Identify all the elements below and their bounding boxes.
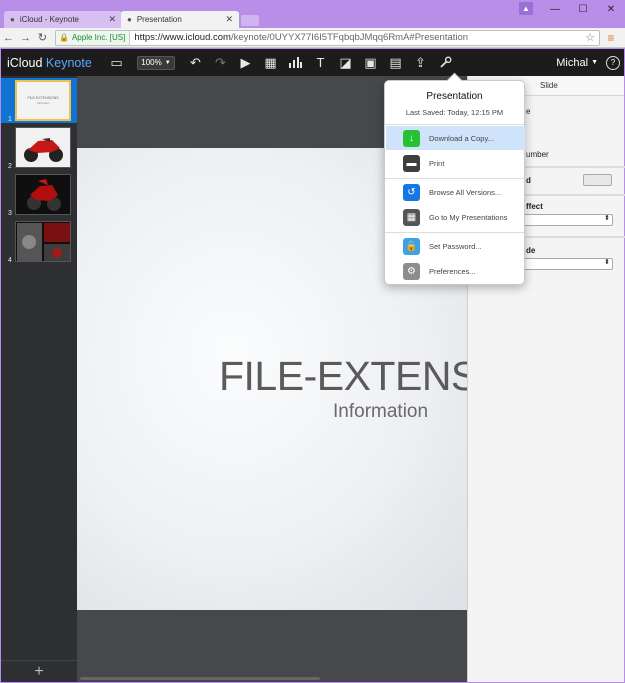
address-bar-row: ← → ↻ 🔒 Apple Inc. [US] https://www.iclo… — [0, 28, 625, 48]
play-icon[interactable]: ▶ — [233, 49, 258, 76]
slide-number: 3 — [8, 210, 12, 217]
close-window-button[interactable]: ✕ — [597, 0, 625, 18]
view-icon[interactable]: ▭ — [104, 49, 129, 76]
browse-versions-menu-item[interactable]: ↺ Browse All Versions... — [386, 180, 525, 204]
apple-icon: ● — [10, 15, 15, 24]
slide-thumbnail[interactable]: 4 — [1, 219, 77, 264]
gear-icon: ⚙ — [403, 262, 420, 280]
browser-menu-icon[interactable]: ≡ — [600, 31, 622, 45]
set-password-menu-item[interactable]: 🔒 Set Password... — [386, 234, 525, 258]
shape-icon[interactable]: ◪ — [333, 49, 358, 76]
popover-title: Presentation — [426, 91, 483, 102]
lock-icon: 🔒 — [59, 33, 69, 42]
url-input[interactable]: 🔒 Apple Inc. [US] https://www.icloud.com… — [55, 29, 600, 46]
close-icon[interactable]: ✕ — [108, 14, 116, 25]
download-copy-menu-item[interactable]: ↓ Download a Copy... — [386, 126, 525, 150]
motorcycle-dark-thumb-image — [15, 174, 71, 215]
tab-presentation[interactable]: ● Presentation ✕ — [121, 11, 239, 28]
slide-thumbnail[interactable]: 3 — [1, 172, 77, 217]
inspector-label: e — [526, 107, 531, 116]
go-to-presentations-menu-item[interactable]: ▦ Go to My Presentations — [386, 205, 525, 229]
collage-thumb-image — [15, 221, 71, 262]
tab-title: iCloud - Keynote — [19, 15, 79, 24]
printer-icon: ▬ — [403, 154, 420, 172]
app-brand: iCloud Keynote — [7, 55, 92, 70]
new-tab-button[interactable] — [241, 15, 259, 26]
apple-icon: ● — [127, 15, 132, 24]
slide-number: 4 — [8, 257, 12, 264]
slide-navigator: FILE-EXTENSIONS Information 1 2 3 4 + — [1, 76, 77, 682]
bookmark-star-icon[interactable]: ☆ — [585, 31, 599, 44]
add-slide-button[interactable]: + — [1, 660, 77, 682]
slide-number: 2 — [8, 163, 12, 170]
window-controls: ▲ — ☐ ✕ — [519, 0, 625, 18]
slide-number: 1 — [8, 116, 12, 123]
horizontal-scrollbar[interactable] — [80, 677, 320, 680]
back-icon[interactable]: ← — [0, 32, 17, 44]
tab-title: Presentation — [136, 15, 182, 24]
maximize-button[interactable]: ☐ — [569, 0, 597, 18]
profile-icon[interactable]: ▲ — [519, 2, 533, 15]
slide-thumbnail[interactable]: 2 — [1, 125, 77, 170]
zoom-select[interactable]: 100% ▼ — [137, 55, 175, 70]
last-saved-text: Last Saved: Today, 12:15 PM — [405, 108, 504, 117]
minimize-button[interactable]: — — [541, 0, 569, 18]
undo-icon[interactable]: ↶ — [183, 49, 208, 76]
chevron-updown-icon: ⬍ — [604, 259, 610, 266]
redo-icon[interactable]: ↷ — [208, 49, 233, 76]
history-icon: ↺ — [403, 183, 420, 201]
slide-title[interactable]: FILE-EXTENSIO — [219, 353, 467, 400]
url-text: https://www.icloud.com/keynote/0UYYX77I6… — [134, 32, 469, 43]
user-menu[interactable]: Michal ▼ — [556, 57, 606, 69]
chevron-updown-icon: ⬍ — [604, 215, 610, 222]
print-menu-item[interactable]: ▬ Print — [386, 151, 525, 175]
tab-slide[interactable]: Slide — [540, 81, 558, 90]
inspector-label: ffect — [526, 202, 543, 211]
grid-icon: ▦ — [403, 208, 420, 226]
ev-org-label: Apple Inc. [US] — [71, 33, 126, 42]
chevron-down-icon: ▼ — [164, 59, 171, 66]
inspector-label: d — [526, 176, 531, 185]
download-icon: ↓ — [403, 129, 420, 147]
background-color-swatch[interactable] — [583, 174, 612, 186]
lock-icon: 🔒 — [403, 237, 420, 255]
slide-subtitle[interactable]: Information — [333, 401, 428, 423]
share-icon[interactable]: ⇪ — [408, 49, 433, 76]
preferences-menu-item[interactable]: ⚙ Preferences... — [386, 259, 525, 283]
tab-icloud-keynote[interactable]: ● iCloud - Keynote ✕ — [4, 11, 122, 28]
chart-icon[interactable] — [283, 49, 308, 76]
chevron-down-icon: ▼ — [591, 59, 598, 66]
presentation-menu-popover: Presentation Last Saved: Today, 12:15 PM… — [384, 72, 525, 285]
forward-icon[interactable]: → — [17, 32, 34, 44]
close-icon[interactable]: ✕ — [225, 14, 233, 25]
slide-thumb-image: FILE-EXTENSIONS Information — [15, 80, 71, 121]
table-icon[interactable]: ▦ — [258, 49, 283, 76]
slide-thumbnail[interactable]: FILE-EXTENSIONS Information 1 — [1, 78, 77, 123]
motorcycle-thumb-image — [15, 127, 71, 168]
media-icon[interactable]: ▣ — [358, 49, 383, 76]
text-icon[interactable]: T — [308, 49, 333, 76]
ev-certificate-badge[interactable]: 🔒 Apple Inc. [US] — [56, 30, 131, 45]
comment-icon[interactable]: ▤ — [383, 49, 408, 76]
inspector-label: umber — [526, 150, 549, 159]
reload-icon[interactable]: ↻ — [34, 31, 51, 44]
app-toolbar: iCloud Keynote ▭ 100% ▼ ↶ ↷ ▶ ▦ T ◪ ▣ ▤ ⇪… — [1, 49, 624, 76]
inspector-label: de — [526, 246, 536, 255]
browser-titlebar: ● iCloud - Keynote ✕ ● Presentation ✕ ▲ … — [0, 0, 625, 28]
help-icon[interactable]: ? — [606, 55, 620, 70]
